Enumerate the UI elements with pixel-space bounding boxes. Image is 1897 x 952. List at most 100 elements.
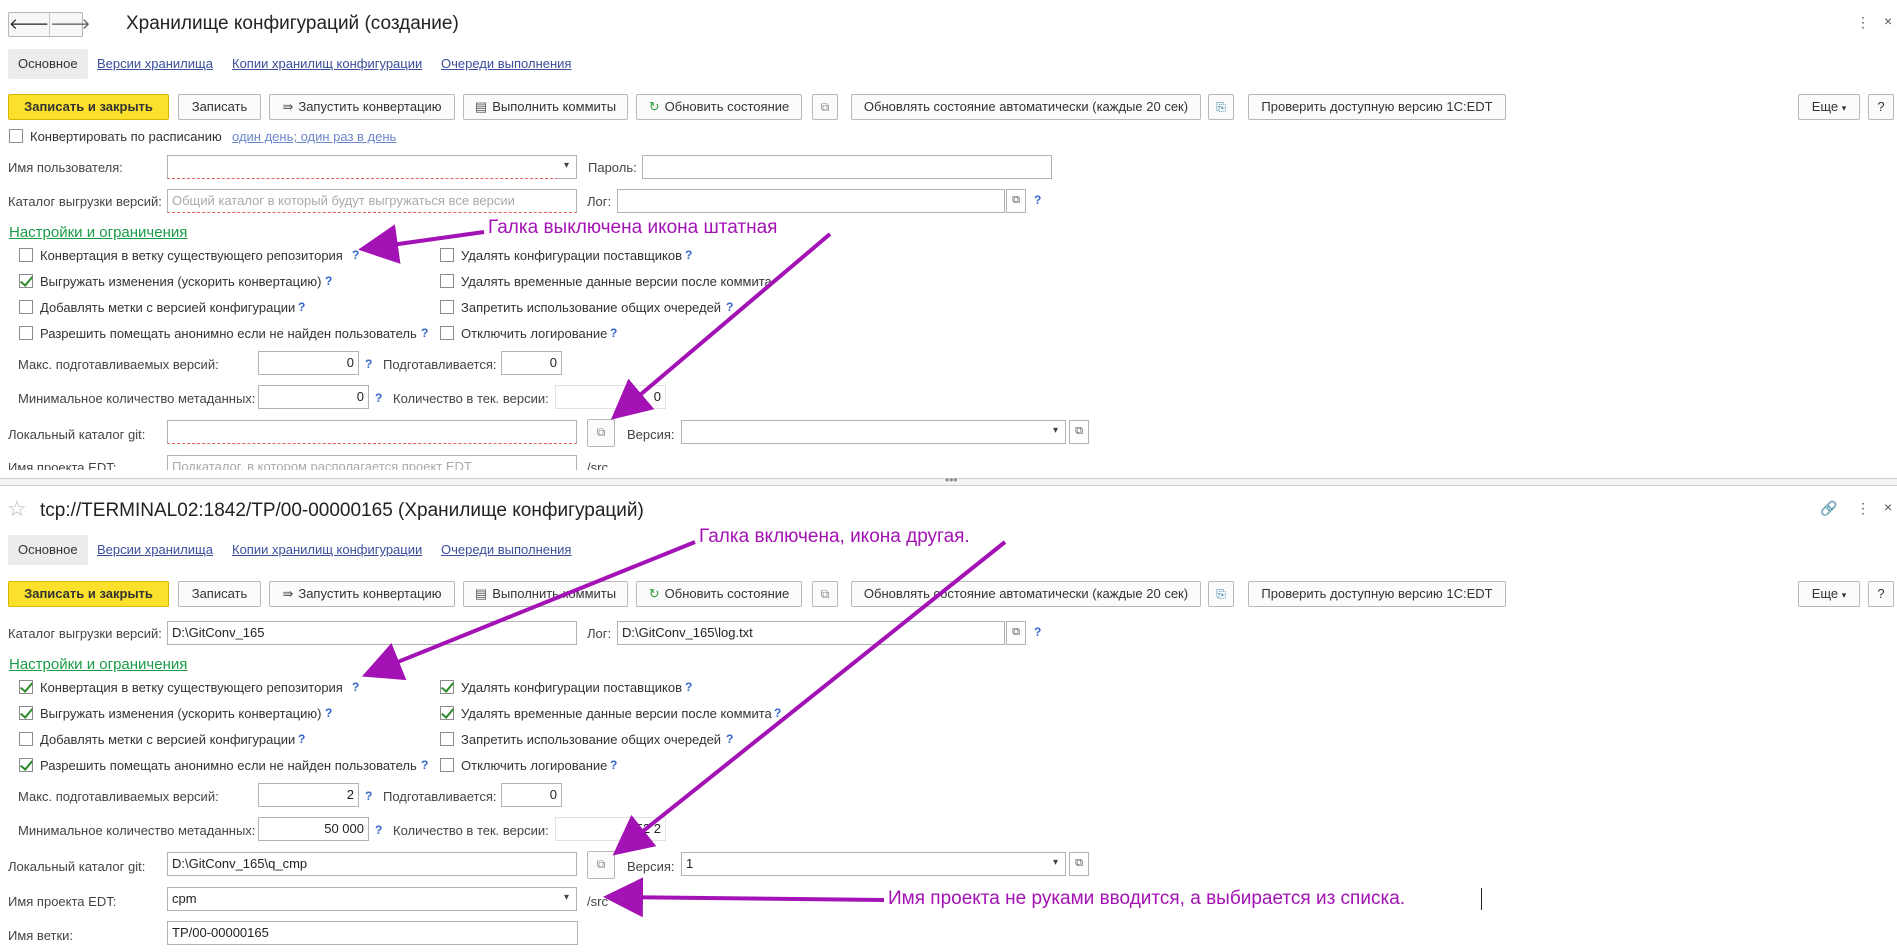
help-icon[interactable]: ? (365, 789, 372, 803)
help-icon[interactable]: ? (352, 680, 359, 694)
option-tags-checkbox[interactable] (19, 732, 33, 746)
section-settings[interactable]: Настройки и ограничения (9, 224, 187, 241)
option-queues-checkbox[interactable] (440, 732, 454, 746)
close-icon[interactable]: × (1884, 499, 1892, 515)
option-logging-checkbox[interactable] (440, 326, 454, 340)
help-icon[interactable]: ? (726, 300, 733, 314)
user-dropdown[interactable]: ▾ (557, 155, 577, 179)
tab-copies[interactable]: Копии хранилищ конфигурации (232, 542, 422, 557)
version-dropdown[interactable]: ▾ (1046, 420, 1066, 444)
help-icon[interactable]: ? (365, 357, 372, 371)
auto-refresh-button[interactable]: Обновлять состояние автоматически (кажды… (851, 94, 1201, 120)
copy-icon[interactable]: ⧉ (812, 94, 838, 120)
log-input[interactable] (617, 189, 1005, 213)
export-icon[interactable]: ⎘ (1208, 581, 1234, 607)
edt-dropdown[interactable]: ▾ (557, 887, 577, 911)
refresh-state-button[interactable]: ↻ Обновить состояние (636, 581, 802, 607)
version-input[interactable] (681, 420, 1047, 444)
password-input[interactable] (642, 155, 1052, 179)
edt-input[interactable]: cpm (167, 887, 558, 911)
open-version-icon[interactable]: ⧉ (1069, 852, 1089, 876)
save-button[interactable]: Записать (178, 581, 261, 607)
catalog-input[interactable]: Общий каталог в который будут выгружатьс… (167, 189, 577, 213)
max-versions-input[interactable]: 0 (258, 351, 359, 375)
run-conversion-button[interactable]: ⇛ Запустить конвертацию (269, 94, 455, 120)
help-icon[interactable]: ? (610, 758, 617, 772)
help-icon[interactable]: ? (726, 732, 733, 746)
help-icon[interactable]: ? (325, 274, 332, 288)
link-icon[interactable]: 🔗 (1820, 500, 1837, 517)
save-button[interactable]: Записать (178, 94, 261, 120)
help-icon[interactable]: ? (1034, 193, 1041, 207)
tab-queues[interactable]: Очереди выполнения (441, 56, 571, 71)
option-anon-checkbox[interactable] (19, 326, 33, 340)
run-commits-button[interactable]: ▤ Выполнить коммиты (463, 581, 628, 607)
more-vertical-icon[interactable]: ⋮ (1856, 14, 1870, 31)
open-log-icon[interactable]: ⧉ (1006, 621, 1026, 645)
help-icon[interactable]: ? (1034, 625, 1041, 639)
close-icon[interactable]: × (1884, 13, 1892, 29)
version-input[interactable]: 1 (681, 852, 1047, 876)
help-icon[interactable]: ? (375, 823, 382, 837)
open-log-icon[interactable]: ⧉ (1006, 189, 1026, 213)
save-and-close-button[interactable]: Записать и закрыть (8, 94, 169, 120)
help-icon[interactable]: ? (375, 391, 382, 405)
open-version-icon[interactable]: ⧉ (1069, 420, 1089, 444)
log-input[interactable]: D:\GitConv_165\log.txt (617, 621, 1005, 645)
schedule-checkbox[interactable] (9, 129, 23, 143)
help-button[interactable]: ? (1868, 581, 1894, 607)
schedule-link[interactable]: один день; один раз в день (232, 129, 396, 144)
help-icon[interactable]: ? (298, 732, 305, 746)
git-input[interactable] (167, 420, 577, 444)
help-icon[interactable]: ? (421, 758, 428, 772)
option-suppliers-checkbox[interactable] (440, 680, 454, 694)
option-tags-checkbox[interactable] (19, 300, 33, 314)
copy-icon[interactable]: ⧉ (812, 581, 838, 607)
help-icon[interactable]: ? (298, 300, 305, 314)
tab-versions[interactable]: Версии хранилища (97, 56, 213, 71)
run-conversion-button[interactable]: ⇛ Запустить конвертацию (269, 581, 455, 607)
forward-arrow-icon[interactable]: 🡒 (50, 13, 90, 36)
catalog-input[interactable]: D:\GitConv_165 (167, 621, 577, 645)
section-settings[interactable]: Настройки и ограничения (9, 656, 187, 673)
option-export-checkbox[interactable] (19, 274, 33, 288)
help-icon[interactable]: ? (685, 248, 692, 262)
option-export-checkbox[interactable] (19, 706, 33, 720)
auto-refresh-button[interactable]: Обновлять состояние автоматически (кажды… (851, 581, 1201, 607)
min-metadata-input[interactable]: 0 (258, 385, 369, 409)
edt-input[interactable]: Подкаталог, в котором располагается прое… (167, 455, 577, 470)
option-queues-checkbox[interactable] (440, 300, 454, 314)
more-button[interactable]: Еще ▾ (1798, 581, 1860, 607)
help-icon[interactable]: ? (774, 706, 781, 720)
user-input[interactable] (167, 155, 558, 179)
option-logging-checkbox[interactable] (440, 758, 454, 772)
option-temp-checkbox[interactable] (440, 274, 454, 288)
more-vertical-icon[interactable]: ⋮ (1856, 500, 1870, 517)
min-metadata-input[interactable]: 50 000 (258, 817, 369, 841)
tab-versions[interactable]: Версии хранилища (97, 542, 213, 557)
back-arrow-icon[interactable]: 🡐 (9, 13, 51, 36)
check-edt-button[interactable]: Проверить доступную версию 1С:EDT (1248, 94, 1506, 120)
tab-queues[interactable]: Очереди выполнения (441, 542, 571, 557)
refresh-state-button[interactable]: ↻ Обновить состояние (636, 94, 802, 120)
help-icon[interactable]: ? (325, 706, 332, 720)
help-icon[interactable]: ? (610, 326, 617, 340)
select-folder-icon[interactable]: ⧉ (587, 851, 615, 879)
max-versions-input[interactable]: 2 (258, 783, 359, 807)
save-and-close-button[interactable]: Записать и закрыть (8, 581, 169, 607)
help-icon[interactable]: ? (352, 248, 359, 262)
option-anon-checkbox[interactable] (19, 758, 33, 772)
option-branch-checkbox[interactable] (19, 248, 33, 262)
branch-input[interactable]: TP/00-00000165 (167, 921, 578, 945)
more-button[interactable]: Еще ▾ (1798, 94, 1860, 120)
export-icon[interactable]: ⎘ (1208, 94, 1234, 120)
version-dropdown[interactable]: ▾ (1046, 852, 1066, 876)
run-commits-button[interactable]: ▤ Выполнить коммиты (463, 94, 628, 120)
option-suppliers-checkbox[interactable] (440, 248, 454, 262)
option-branch-checkbox[interactable] (19, 680, 33, 694)
tab-main[interactable]: Основное (8, 49, 88, 79)
help-icon[interactable]: ? (421, 326, 428, 340)
option-temp-checkbox[interactable] (440, 706, 454, 720)
tab-copies[interactable]: Копии хранилищ конфигурации (232, 56, 422, 71)
check-edt-button[interactable]: Проверить доступную версию 1С:EDT (1248, 581, 1506, 607)
